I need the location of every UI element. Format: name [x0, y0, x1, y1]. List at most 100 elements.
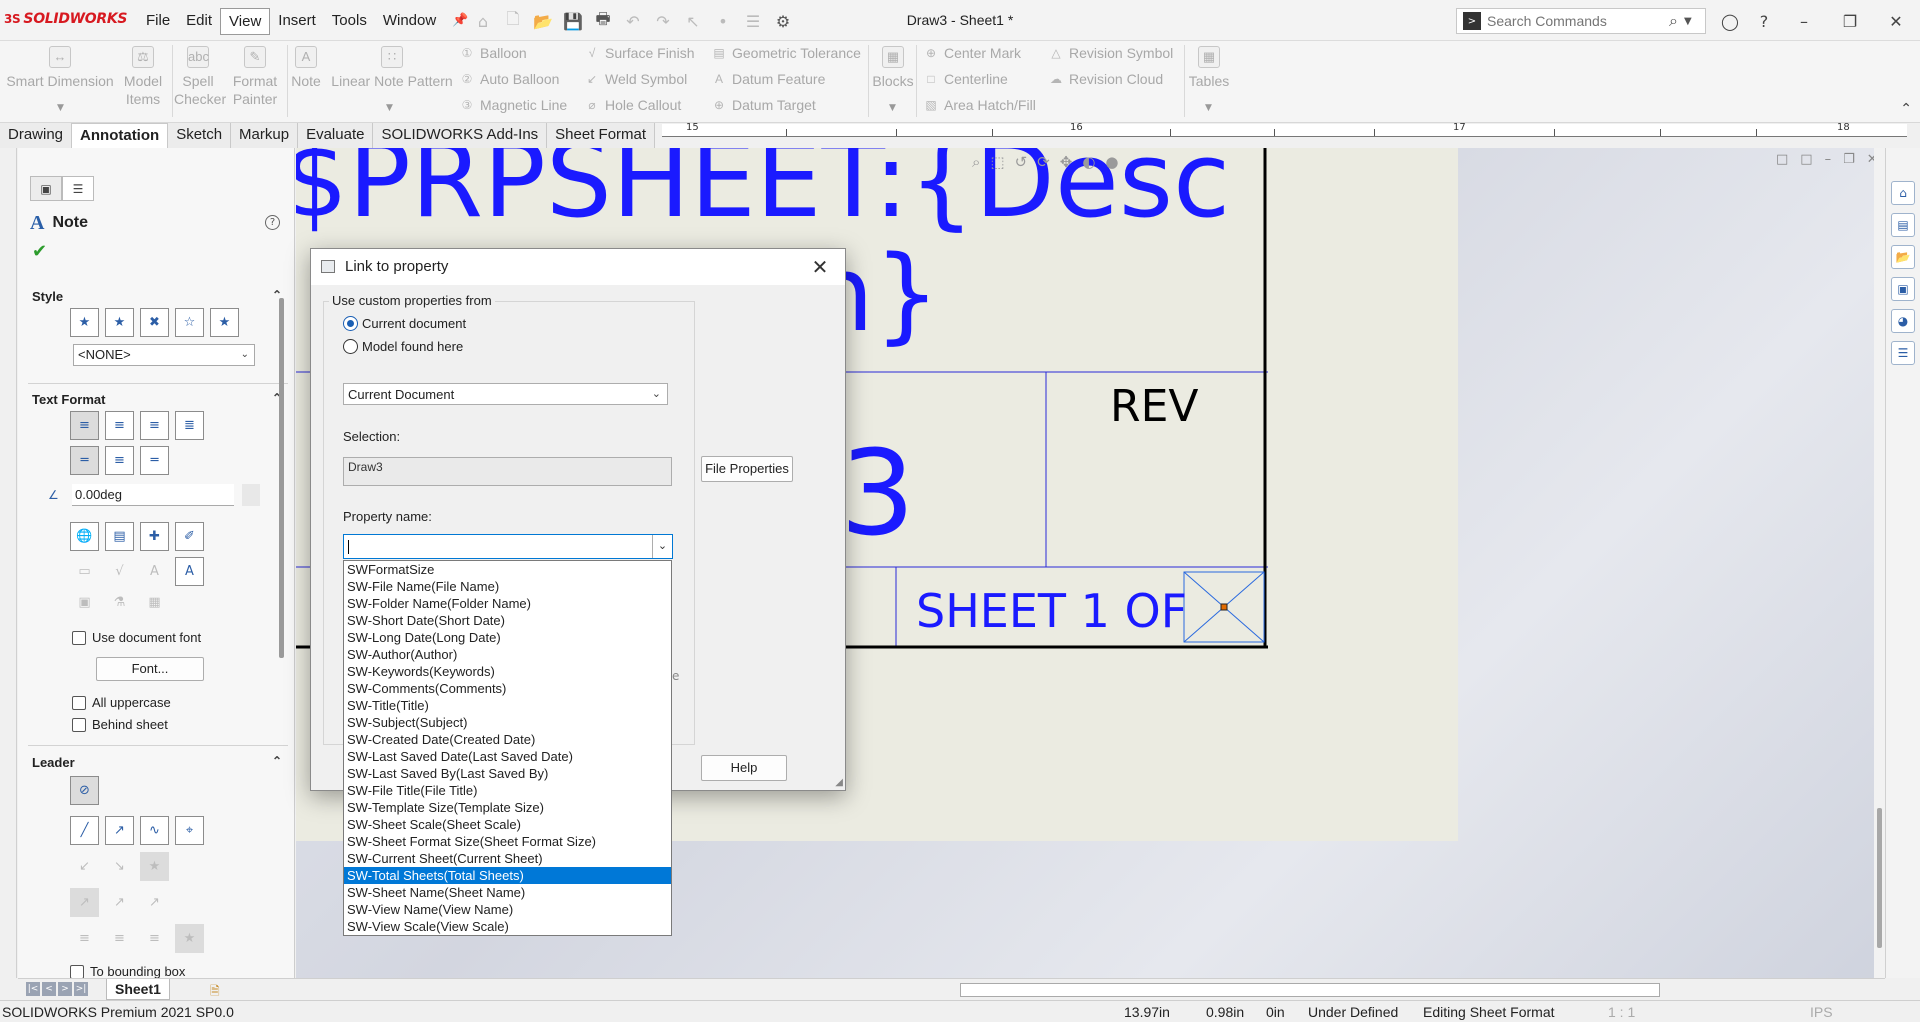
to-bounding-box-checkbox[interactable]	[70, 964, 84, 978]
property-name-combo[interactable]: ⌄	[343, 534, 673, 559]
restore-icon[interactable]: ❐	[1830, 8, 1870, 34]
panel-scrollbar[interactable]	[279, 298, 284, 658]
tab-solidworks-add-ins[interactable]: SOLIDWORKS Add-Ins	[373, 123, 548, 148]
style-select[interactable]: <NONE> ⌄	[73, 344, 255, 366]
center-mark-button[interactable]: ⊕ Center Mark	[924, 45, 1021, 61]
align-left-icon[interactable]: ≡	[70, 411, 99, 440]
list-item[interactable]: SW-Sheet Scale(Sheet Scale)	[344, 816, 671, 833]
home-icon[interactable]: ⌂	[470, 9, 496, 33]
split-left-icon[interactable]: □	[1776, 152, 1788, 167]
align-bottom-icon[interactable]: ═	[140, 446, 169, 475]
magnetic-line-button[interactable]: ③ Magnetic Line	[460, 97, 568, 113]
new-document-icon[interactable]: 🗋	[500, 9, 526, 33]
save-icon[interactable]: 💾	[560, 9, 586, 33]
search-commands[interactable]: > ⌕ ▼	[1456, 8, 1706, 34]
revision-cloud-button[interactable]: ☁ Revision Cloud	[1049, 71, 1163, 87]
file-properties-icon[interactable]: ☰	[740, 9, 766, 33]
no-leader-icon[interactable]: ⊘	[70, 776, 99, 805]
resize-grip-icon[interactable]: ◢	[835, 777, 843, 788]
close-icon[interactable]: ✕	[805, 253, 835, 281]
menu-file[interactable]: File	[138, 8, 178, 35]
area-hatch-button[interactable]: ▧ Area Hatch/Fill	[924, 97, 1035, 113]
help-icon[interactable]: ?	[265, 215, 280, 230]
list-item[interactable]: SW-Last Saved By(Last Saved By)	[344, 765, 671, 782]
zoom-to-fit-icon[interactable]: ⌕	[972, 153, 980, 171]
spell-checker-button[interactable]: abc Spell Checker	[174, 46, 226, 108]
status-scale[interactable]: 1 : 1	[1608, 1004, 1635, 1020]
property-manager-tab-icon[interactable]: ▣	[30, 176, 62, 201]
split-right-icon[interactable]: □	[1800, 152, 1812, 167]
select-icon[interactable]: ↖	[680, 9, 706, 33]
minimize-icon[interactable]: –	[1825, 152, 1832, 167]
options-gear-icon[interactable]: ⚙	[770, 9, 796, 33]
redo-icon[interactable]: ↷	[650, 9, 676, 33]
list-item[interactable]: SW-Folder Name(Folder Name)	[344, 595, 671, 612]
tab-evaluate[interactable]: Evaluate	[298, 123, 374, 148]
search-icon[interactable]: ⌕	[1669, 11, 1678, 31]
model-items-button[interactable]: ⚖ Model Items	[120, 46, 166, 108]
chevron-down-icon[interactable]: ▼	[57, 103, 64, 113]
note-button[interactable]: A Note	[290, 46, 322, 90]
appearances-icon[interactable]: ◕	[1891, 309, 1915, 333]
tab-markup[interactable]: Markup	[231, 123, 299, 148]
first-sheet-icon[interactable]: |<	[26, 982, 40, 996]
style-group-title[interactable]: Style ⌃	[32, 288, 282, 304]
radio-model-found-here[interactable]: Model found here	[343, 339, 463, 354]
vertical-scrollbar[interactable]	[1874, 148, 1885, 978]
chevron-down-icon[interactable]: ▼	[1684, 16, 1692, 27]
sheet-tab-sheet1[interactable]: Sheet1	[106, 979, 170, 1000]
list-item[interactable]: SW-Last Saved Date(Last Saved Date)	[344, 748, 671, 765]
radio-current-document[interactable]: Current document	[343, 316, 466, 331]
use-document-font-checkbox[interactable]	[72, 630, 86, 645]
use-document-font-option[interactable]: Use document font	[72, 630, 201, 645]
list-item[interactable]: SW-View Scale(View Scale)	[344, 918, 671, 935]
menu-view[interactable]: View	[220, 8, 271, 35]
list-item[interactable]: SW-Author(Author)	[344, 646, 671, 663]
apply-style-icon[interactable]: ★	[70, 308, 99, 337]
tab-annotation[interactable]: Annotation	[72, 123, 169, 148]
add-style-icon[interactable]: ★	[105, 308, 134, 337]
centerline-button[interactable]: □ Centerline	[924, 71, 1007, 87]
all-uppercase-option[interactable]: All uppercase	[72, 695, 171, 710]
file-explorer-icon[interactable]: 📂	[1891, 245, 1915, 269]
chevron-down-icon[interactable]: ⌄	[652, 535, 672, 558]
align-top-icon[interactable]: ═	[70, 446, 99, 475]
list-item[interactable]: SW-File Title(File Title)	[344, 782, 671, 799]
previous-view-icon[interactable]: ↺	[1015, 153, 1028, 171]
insert-hyperlink-icon[interactable]: 🌐	[70, 522, 99, 551]
list-item[interactable]: SW-Sheet Format Size(Sheet Format Size)	[344, 833, 671, 850]
home-icon[interactable]: ⌂	[1891, 181, 1915, 205]
list-item[interactable]: SW-Title(Title)	[344, 697, 671, 714]
menu-tools[interactable]: Tools	[324, 8, 375, 35]
dialog-titlebar[interactable]: Link to property ✕	[311, 249, 845, 285]
solidworks-logo[interactable]: 3S SOLIDWORKS	[4, 11, 128, 27]
sheet-number-text[interactable]: 3	[840, 434, 915, 552]
radio-current-document-button[interactable]	[343, 316, 358, 331]
menu-window[interactable]: Window	[375, 8, 444, 35]
surface-finish-button[interactable]: √ Surface Finish	[585, 45, 695, 61]
print-icon[interactable]: 🖶	[590, 9, 616, 33]
next-sheet-icon[interactable]: >	[58, 982, 72, 996]
file-properties-button[interactable]: File Properties	[701, 456, 793, 482]
align-middle-icon[interactable]: ≡	[105, 446, 134, 475]
list-item[interactable]: SW-Sheet Name(Sheet Name)	[344, 884, 671, 901]
chevron-up-icon[interactable]: ⌃	[272, 754, 282, 768]
design-library-icon[interactable]: ▤	[1891, 213, 1915, 237]
last-sheet-icon[interactable]: >|	[74, 982, 88, 996]
linear-note-pattern-button[interactable]: ∷ Linear Note Pattern	[330, 46, 454, 90]
close-icon[interactable]: ✕	[1876, 8, 1916, 34]
behind-sheet-option[interactable]: Behind sheet	[72, 717, 168, 732]
straight-leader-icon[interactable]: ╱	[70, 816, 99, 845]
config-list-tab-icon[interactable]: ☰	[62, 176, 94, 201]
scroll-thumb[interactable]	[1877, 808, 1882, 948]
datum-feature-button[interactable]: A Datum Feature	[712, 71, 825, 87]
hole-callout-button[interactable]: ⌀ Hole Callout	[585, 97, 681, 113]
list-item[interactable]: SW-Template Size(Template Size)	[344, 799, 671, 816]
list-item[interactable]: SW-View Name(View Name)	[344, 901, 671, 918]
align-right-icon[interactable]: ≡	[140, 411, 169, 440]
list-item[interactable]: SWFormatSize	[344, 561, 671, 578]
chevron-down-icon[interactable]: ▼	[889, 103, 896, 113]
list-item-selected[interactable]: SW-Total Sheets(Total Sheets)	[344, 867, 671, 884]
search-input[interactable]	[1487, 13, 1667, 29]
format-painter-button[interactable]: ✎ Format Painter	[228, 46, 282, 108]
